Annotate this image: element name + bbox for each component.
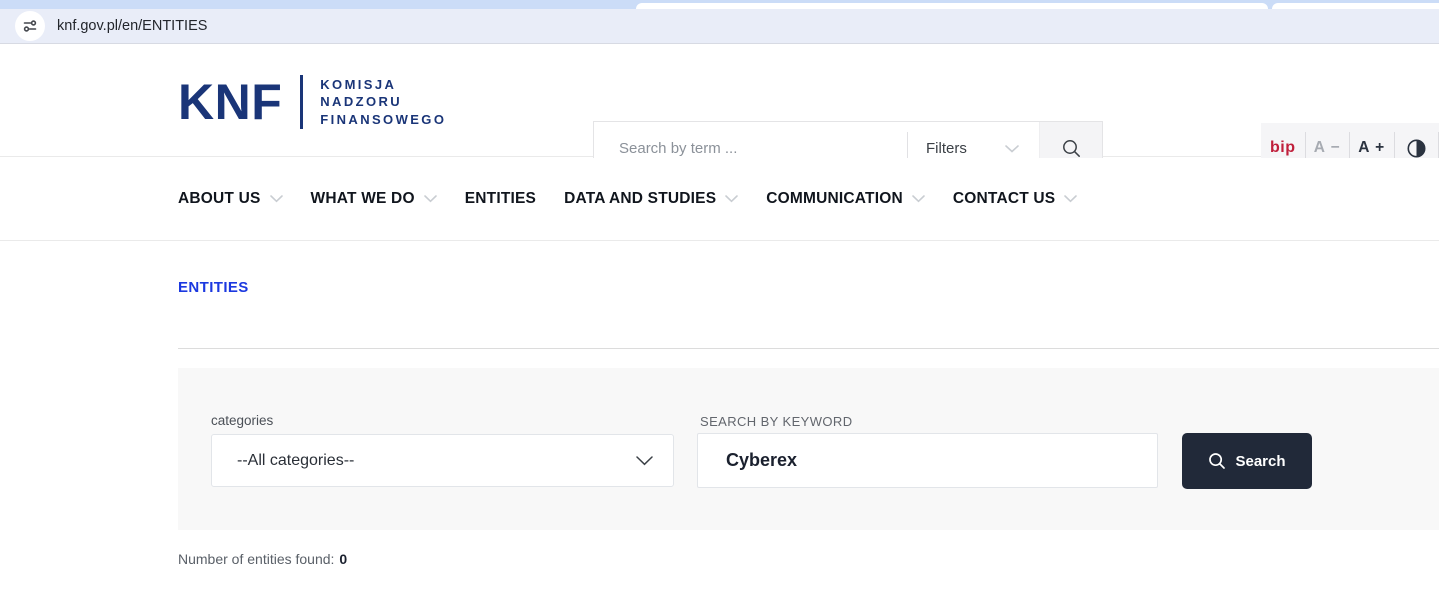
nav-contact-us[interactable]: CONTACT US: [953, 190, 1077, 208]
content-divider: [178, 348, 1439, 349]
chevron-down-icon: [1005, 145, 1019, 153]
search-icon: [1061, 138, 1082, 159]
browser-url-bar[interactable]: knf.gov.pl/en/ENTITIES: [0, 9, 1439, 44]
chevron-down-icon: [912, 195, 925, 203]
nav-communication[interactable]: COMMUNICATION: [766, 190, 925, 208]
chevron-down-icon: [270, 195, 283, 203]
entity-search-button[interactable]: Search: [1182, 433, 1312, 489]
nav-entities[interactable]: ENTITIES: [465, 190, 536, 208]
filters-label: Filters: [926, 140, 967, 157]
nav-data-and-studies[interactable]: DATA AND STUDIES: [564, 190, 738, 208]
entity-search-panel: categories --All categories-- SEARCH BY …: [178, 368, 1439, 530]
contrast-icon: [1407, 139, 1426, 158]
knf-logo[interactable]: KNF KOMISJA NADZORU FINANSOWEGO: [178, 75, 446, 129]
search-icon: [1208, 452, 1226, 470]
keyword-label: SEARCH BY KEYWORD: [700, 414, 852, 429]
site-header: KNF KOMISJA NADZORU FINANSOWEGO Filters: [0, 45, 1439, 157]
nav-about-us[interactable]: ABOUT US: [178, 190, 283, 208]
logo-full-name: KOMISJA NADZORU FINANSOWEGO: [320, 76, 446, 129]
main-nav: ABOUT US WHAT WE DO ENTITIES DATA AND ST…: [0, 158, 1439, 241]
browser-tab-strip: [0, 0, 1439, 9]
chevron-down-icon: [636, 456, 653, 466]
logo-divider: [300, 75, 303, 129]
keyword-input[interactable]: [697, 433, 1158, 488]
results-summary: Number of entities found: 0: [178, 551, 347, 567]
bip-label: bip: [1270, 139, 1296, 157]
categories-selected-value: --All categories--: [237, 452, 354, 470]
logo-acronym: KNF: [178, 77, 282, 127]
tune-icon: [22, 18, 38, 34]
results-count: 0: [339, 551, 347, 567]
results-label: Number of entities found:: [178, 551, 334, 567]
nav-what-we-do[interactable]: WHAT WE DO: [311, 190, 437, 208]
breadcrumb[interactable]: ENTITIES: [178, 279, 249, 296]
search-button-label: Search: [1235, 453, 1285, 470]
categories-label: categories: [211, 413, 273, 428]
page: knf.gov.pl/en/ENTITIES KNF KOMISJA NADZO…: [0, 0, 1439, 600]
url-text[interactable]: knf.gov.pl/en/ENTITIES: [57, 18, 207, 34]
chevron-down-icon: [1064, 195, 1077, 203]
site-settings-button[interactable]: [15, 11, 45, 41]
chevron-down-icon: [424, 195, 437, 203]
categories-select[interactable]: --All categories--: [211, 434, 674, 487]
chevron-down-icon: [725, 195, 738, 203]
